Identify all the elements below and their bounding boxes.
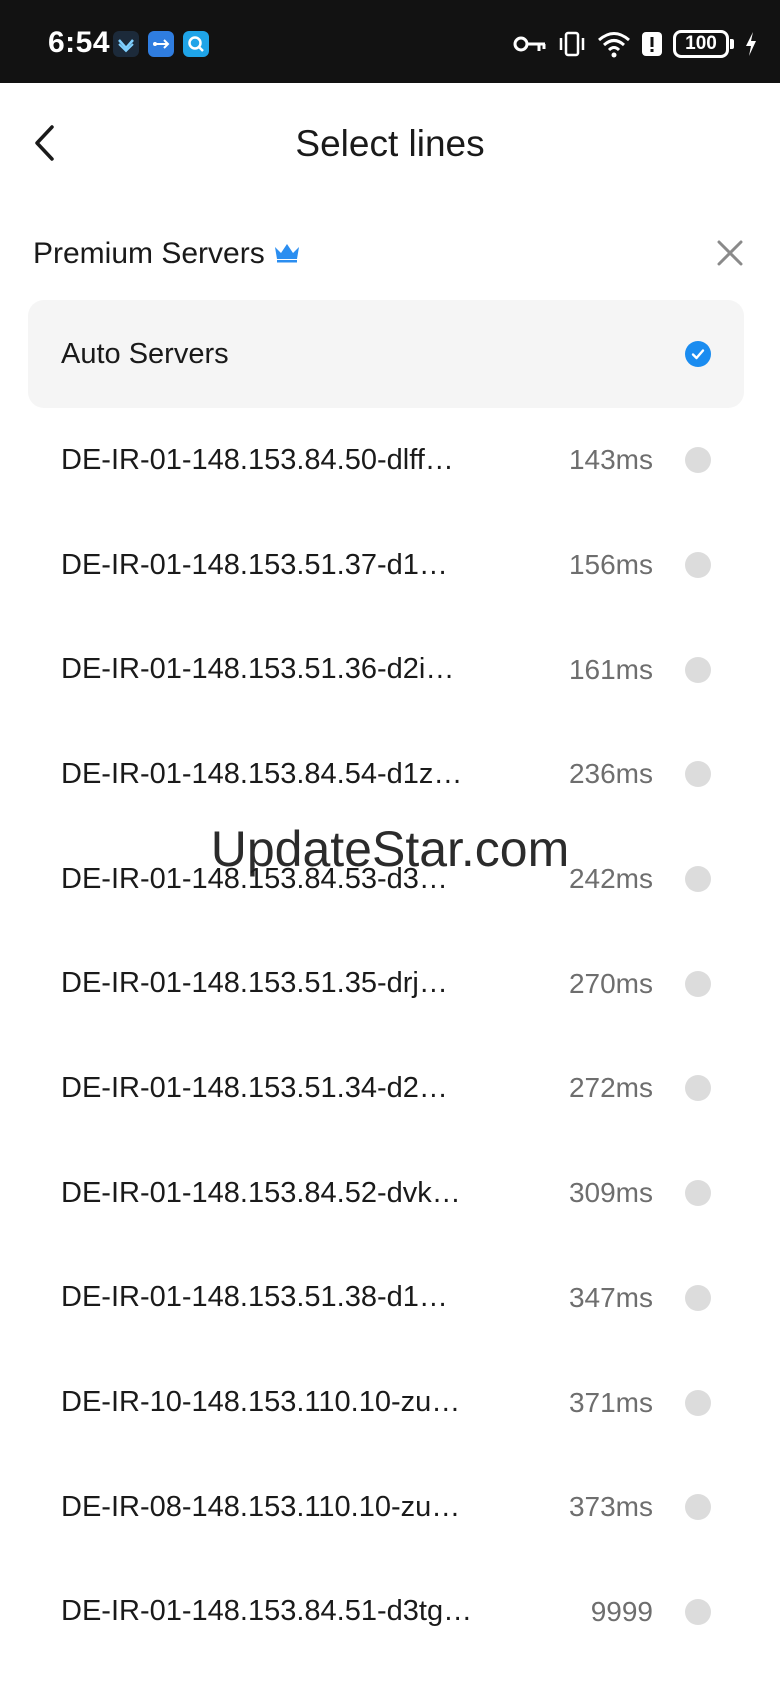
server-row[interactable]: DE-IR-01-148.153.84.52-dvk… 309ms xyxy=(28,1141,744,1246)
charging-icon xyxy=(746,32,756,56)
server-name: DE-IR-01-148.153.84.54-d1z… xyxy=(61,757,463,790)
server-row[interactable]: DE-IR-01-148.153.51.38-d1… 347ms xyxy=(28,1246,744,1351)
app-header: Select lines xyxy=(0,83,780,203)
radio-unchecked-icon[interactable] xyxy=(685,761,711,788)
server-ping: 143ms xyxy=(568,444,653,476)
server-row[interactable]: DE-IR-01-148.153.84.51-d3tg… 9999 xyxy=(28,1560,744,1665)
notification-app-icon xyxy=(113,31,139,57)
server-name: Auto Servers xyxy=(61,337,229,370)
server-name: DE-IR-01-148.153.51.34-d2… xyxy=(61,1071,448,1104)
radio-unchecked-icon[interactable] xyxy=(685,1598,711,1625)
server-row[interactable]: DE-IR-10-148.153.110.10-zu… 371ms xyxy=(28,1350,744,1455)
server-row[interactable]: DE-IR-01-148.153.84.54-d1z… 236ms xyxy=(28,722,744,827)
premium-servers-header: Premium Servers xyxy=(33,233,750,277)
server-name: DE-IR-01-148.153.84.53-d3… xyxy=(61,862,448,895)
server-name: DE-IR-08-148.153.110.10-zu… xyxy=(61,1490,461,1523)
radio-unchecked-icon[interactable] xyxy=(685,1494,711,1521)
server-ping: 270ms xyxy=(568,967,653,999)
server-ping: 236ms xyxy=(568,758,653,790)
server-ping: 371ms xyxy=(568,1386,653,1418)
server-name: DE-IR-10-148.153.110.10-zu… xyxy=(61,1386,461,1419)
radio-unchecked-icon[interactable] xyxy=(685,1180,711,1207)
page-title: Select lines xyxy=(295,123,485,164)
server-row[interactable]: DE-IR-01-148.153.51.34-d2… 272ms xyxy=(28,1036,744,1141)
server-name: DE-IR-01-148.153.84.51-d3tg… xyxy=(61,1595,473,1628)
search-app-icon xyxy=(183,31,209,57)
battery-indicator: 100 xyxy=(673,30,734,58)
vpn-key-icon xyxy=(513,36,546,52)
server-row[interactable]: DE-IR-01-148.153.84.50-dlff… 143ms xyxy=(28,408,744,513)
radio-unchecked-icon[interactable] xyxy=(685,447,711,474)
server-ping: 9999 xyxy=(590,1595,653,1627)
crown-icon xyxy=(275,244,299,263)
radio-unchecked-icon[interactable] xyxy=(685,970,711,997)
server-row[interactable]: DE-IR-01-148.153.51.37-d1… 156ms xyxy=(28,513,744,618)
server-name: DE-IR-01-148.153.84.50-dlff… xyxy=(61,443,454,476)
battery-tip xyxy=(730,39,734,49)
server-row[interactable]: DE-IR-01-148.153.51.36-d2i… 161ms xyxy=(28,617,744,722)
server-ping: 156ms xyxy=(568,549,653,581)
server-list: Auto Servers DE-IR-01-148.153.84.50-dlff…… xyxy=(28,300,744,1664)
radio-unchecked-icon[interactable] xyxy=(685,1075,711,1102)
server-ping: 272ms xyxy=(568,1072,653,1104)
close-button[interactable] xyxy=(710,233,750,273)
server-name: DE-IR-01-148.153.51.37-d1… xyxy=(61,548,448,581)
server-row[interactable]: DE-IR-01-148.153.51.35-drj… 270ms xyxy=(28,931,744,1036)
server-ping: 347ms xyxy=(568,1281,653,1313)
section-title: Premium Servers xyxy=(33,237,265,270)
vibrate-icon xyxy=(559,31,585,57)
server-name: DE-IR-01-148.153.51.36-d2i… xyxy=(61,653,455,686)
server-row-auto[interactable]: Auto Servers xyxy=(28,300,744,408)
server-ping: 242ms xyxy=(568,863,653,895)
radio-unchecked-icon[interactable] xyxy=(685,552,711,579)
server-ping: 373ms xyxy=(568,1491,653,1523)
server-ping: 161ms xyxy=(568,653,653,685)
radio-unchecked-icon[interactable] xyxy=(685,1389,711,1416)
close-icon xyxy=(717,240,743,266)
usb-icon xyxy=(148,31,174,57)
status-bar: 6:54 100 xyxy=(0,0,780,83)
radio-unchecked-icon[interactable] xyxy=(685,656,711,683)
server-row[interactable]: DE-IR-01-148.153.84.53-d3… 242ms xyxy=(28,827,744,932)
server-ping: 309ms xyxy=(568,1177,653,1209)
radio-unchecked-icon[interactable] xyxy=(685,866,711,893)
status-icons: 100 xyxy=(513,28,758,60)
status-time: 6:54 xyxy=(48,26,111,59)
radio-checked-icon[interactable] xyxy=(685,341,711,367)
alert-icon xyxy=(642,32,662,56)
battery-level: 100 xyxy=(673,30,729,58)
server-row[interactable]: DE-IR-08-148.153.110.10-zu… 373ms xyxy=(28,1455,744,1560)
wifi-icon xyxy=(598,32,630,58)
radio-unchecked-icon[interactable] xyxy=(685,1284,711,1311)
server-name: DE-IR-01-148.153.51.35-drj… xyxy=(61,967,448,1000)
server-name: DE-IR-01-148.153.84.52-dvk… xyxy=(61,1176,461,1209)
server-name: DE-IR-01-148.153.51.38-d1… xyxy=(61,1281,448,1314)
